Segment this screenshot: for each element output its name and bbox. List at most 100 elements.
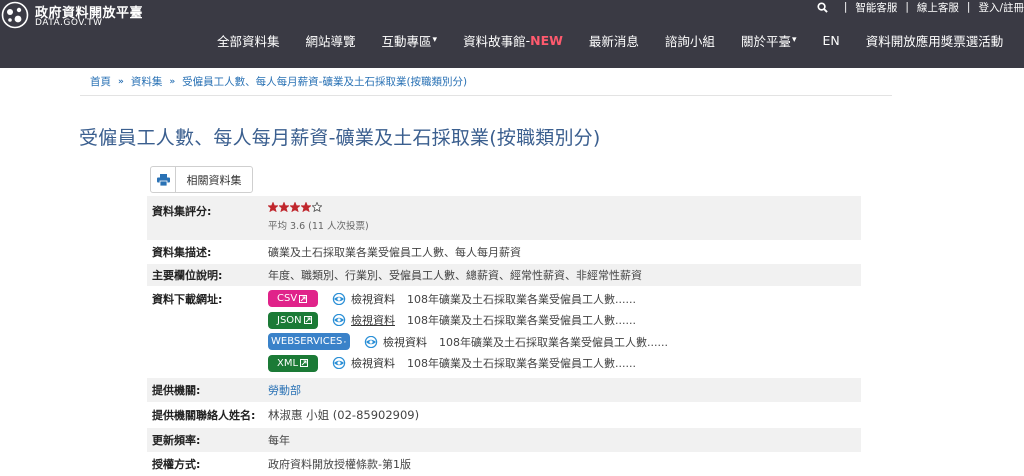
nav-data-stories[interactable]: 資料故事館 - NEW xyxy=(463,31,563,50)
csv-download-button[interactable]: CSV xyxy=(268,290,318,308)
breadcrumb-current[interactable]: 受僱員工人數、每人每月薪資-礦業及土石採取業(按職類別分) xyxy=(182,74,467,89)
description-value: 礦業及土石採取業各業受僱員工人數、每人每月薪資 xyxy=(268,246,521,259)
eye-icon xyxy=(364,335,378,348)
site-logo[interactable]: 政府資料開放平臺 DATA.GOV.TW xyxy=(0,0,150,30)
nav-interactive[interactable]: 互動專區 ▾ xyxy=(382,31,438,50)
download-row: 資料下載網址: CSV 檢視資料 108年礦業及土石採取業各業受僱員工人數...… xyxy=(147,286,861,378)
new-badge: NEW xyxy=(530,32,563,48)
nav-label: EN xyxy=(822,32,840,48)
nav-award-vote[interactable]: 資料開放應用獎票選活動 xyxy=(866,31,1004,50)
rating-stars[interactable] xyxy=(268,200,861,213)
util-separator: | xyxy=(905,1,909,13)
format-label: XML xyxy=(277,357,299,369)
eye-icon xyxy=(332,357,346,370)
license-label: 授權方式: xyxy=(152,458,201,471)
view-data-link[interactable]: 檢視資料 xyxy=(331,312,395,328)
rating-row: 資料集評分: 平均 3.6 (11 人次投票) xyxy=(147,196,861,240)
login-register-link[interactable]: 登入/註冊 xyxy=(978,0,1024,15)
download-list: CSV 檢視資料 108年礦業及土石採取業各業受僱員工人數...... JSON… xyxy=(263,286,861,378)
description-row: 資料集描述: 礦業及土石採取業各業受僱員工人數、每人每月薪資 xyxy=(147,240,861,264)
search-icon[interactable] xyxy=(817,1,828,13)
external-link-icon xyxy=(303,316,312,325)
nav-news[interactable]: 最新消息 xyxy=(589,31,639,50)
rating-value: 平均 3.6 (11 人次投票) xyxy=(263,196,861,240)
nav-label: 全部資料集 xyxy=(217,33,280,49)
star-filled-icon[interactable] xyxy=(290,201,300,212)
nav-label: 網站導覽 xyxy=(305,33,356,49)
breadcrumb-datasets[interactable]: 資料集 xyxy=(131,74,163,89)
license-row: 授權方式: 政府資料開放授權條款-第1版 xyxy=(147,452,861,476)
star-filled-icon[interactable] xyxy=(268,201,278,212)
nav-label: 關於平臺 xyxy=(740,33,791,49)
nav-english[interactable]: EN xyxy=(822,33,839,48)
agency-label: 提供機關: xyxy=(152,384,201,397)
main-nav: 全部資料集 網站導覽 互動專區 ▾ 資料故事館 - NEW 最新消息 諮詢小組 關於平… xyxy=(217,30,1024,50)
format-label: WEBSERVICES xyxy=(271,336,343,348)
breadcrumb-home[interactable]: 首頁 xyxy=(90,74,111,89)
rating-average: 平均 3.6 (11 人次投票) xyxy=(268,221,369,232)
download-name: 108年礦業及土石採取業各業受僱員工人數...... xyxy=(439,335,668,349)
frequency-row: 更新頻率: 每年 xyxy=(147,428,861,452)
double-chevron-icon: » xyxy=(118,76,124,87)
webservices-download-button[interactable]: WEBSERVICES xyxy=(268,333,350,351)
chevron-down-icon: ▾ xyxy=(791,35,797,45)
download-item: JSON 檢視資料 108年礦業及土石採取業各業受僱員工人數...... xyxy=(268,310,861,332)
download-label: 資料下載網址: xyxy=(152,293,223,306)
page-title: 受僱員工人數、每人每月薪資-礦業及土石採取業(按職類別分) xyxy=(79,127,601,149)
download-name: 108年礦業及土石採取業各業受僱員工人數...... xyxy=(407,314,636,328)
view-data-link[interactable]: 檢視資料 xyxy=(331,291,395,307)
eye-icon xyxy=(332,292,346,305)
contact-value: 林淑惠 小姐 (02-85902909) xyxy=(268,408,420,422)
logo-subtitle: DATA.GOV.TW xyxy=(35,18,103,28)
agency-row: 提供機關: 勞動部 xyxy=(147,378,861,402)
view-data-label: 檢視資料 xyxy=(383,335,427,349)
download-name: 108年礦業及土石採取業各業受僱員工人數...... xyxy=(407,357,636,371)
smart-service-link[interactable]: 智能客服 xyxy=(855,0,897,15)
download-item: CSV 檢視資料 108年礦業及土石採取業各業受僱員工人數...... xyxy=(268,288,861,310)
xml-download-button[interactable]: XML xyxy=(268,354,318,372)
utility-bar: | 智能客服 | 線上客服 | 登入/註冊 xyxy=(817,0,1024,14)
download-item: WEBSERVICES 檢視資料 108年礦業及土石採取業各業受僱員工人數...… xyxy=(268,331,861,353)
printer-icon xyxy=(156,173,170,186)
nav-all-datasets[interactable]: 全部資料集 xyxy=(217,31,280,50)
download-item: XML 檢視資料 108年礦業及土石採取業各業受僱員工人數...... xyxy=(268,353,861,375)
description-label: 資料集描述: xyxy=(152,246,212,259)
online-service-link[interactable]: 線上客服 xyxy=(917,0,959,15)
external-link-icon xyxy=(299,294,308,303)
eye-icon xyxy=(332,314,346,327)
nav-site-map[interactable]: 網站導覽 xyxy=(306,31,356,50)
nav-label: 最新消息 xyxy=(588,33,639,49)
site-header: 政府資料開放平臺 DATA.GOV.TW | 智能客服 | 線上客服 | 登入/… xyxy=(0,0,1024,68)
dataset-metadata: 資料集評分: 平均 3.6 (11 人次投票) 資料集描述: 礦業及土石採取業各… xyxy=(147,196,861,476)
external-link-icon xyxy=(300,359,309,368)
star-filled-icon[interactable] xyxy=(301,201,311,212)
fields-label: 主要欄位說明: xyxy=(152,269,223,282)
util-separator: | xyxy=(966,1,971,13)
view-data-label: 檢視資料 xyxy=(351,357,395,371)
download-name: 108年礦業及土石採取業各業受僱員工人數...... xyxy=(407,292,636,306)
double-chevron-icon: » xyxy=(169,76,176,87)
chevron-down-icon: ▾ xyxy=(432,35,438,45)
nav-label: 諮詢小組 xyxy=(664,33,715,49)
fields-value: 年度、職類別、行業別、受僱員工人數、總薪資、經常性薪資、非經常性薪資 xyxy=(268,269,642,282)
format-label: JSON xyxy=(277,314,302,326)
external-link-icon xyxy=(344,340,346,343)
frequency-label: 更新頻率: xyxy=(152,434,201,447)
agency-link[interactable]: 勞動部 xyxy=(263,382,861,398)
logo-mark-icon xyxy=(1,1,29,29)
print-button[interactable] xyxy=(150,166,176,193)
contact-label: 提供機關聯絡人姓名: xyxy=(152,409,256,422)
fields-row: 主要欄位說明: 年度、職類別、行業別、受僱員工人數、總薪資、經常性薪資、非經常性… xyxy=(147,264,861,286)
related-datasets-button[interactable]: 相關資料集 xyxy=(175,166,253,193)
contact-row: 提供機關聯絡人姓名: 林淑惠 小姐 (02-85902909) xyxy=(147,402,861,428)
nav-advisory[interactable]: 諮詢小組 xyxy=(665,31,715,50)
nav-label: 資料故事館 xyxy=(463,33,526,49)
view-data-link[interactable]: 檢視資料 xyxy=(363,334,427,350)
json-download-button[interactable]: JSON xyxy=(268,311,318,329)
view-data-link[interactable]: 檢視資料 xyxy=(331,355,395,371)
frequency-value: 每年 xyxy=(268,434,290,447)
star-filled-icon[interactable] xyxy=(279,201,289,212)
nav-about[interactable]: 關於平臺 ▾ xyxy=(741,31,797,50)
star-empty-icon[interactable] xyxy=(312,201,322,212)
rating-label: 資料集評分: xyxy=(152,205,212,218)
